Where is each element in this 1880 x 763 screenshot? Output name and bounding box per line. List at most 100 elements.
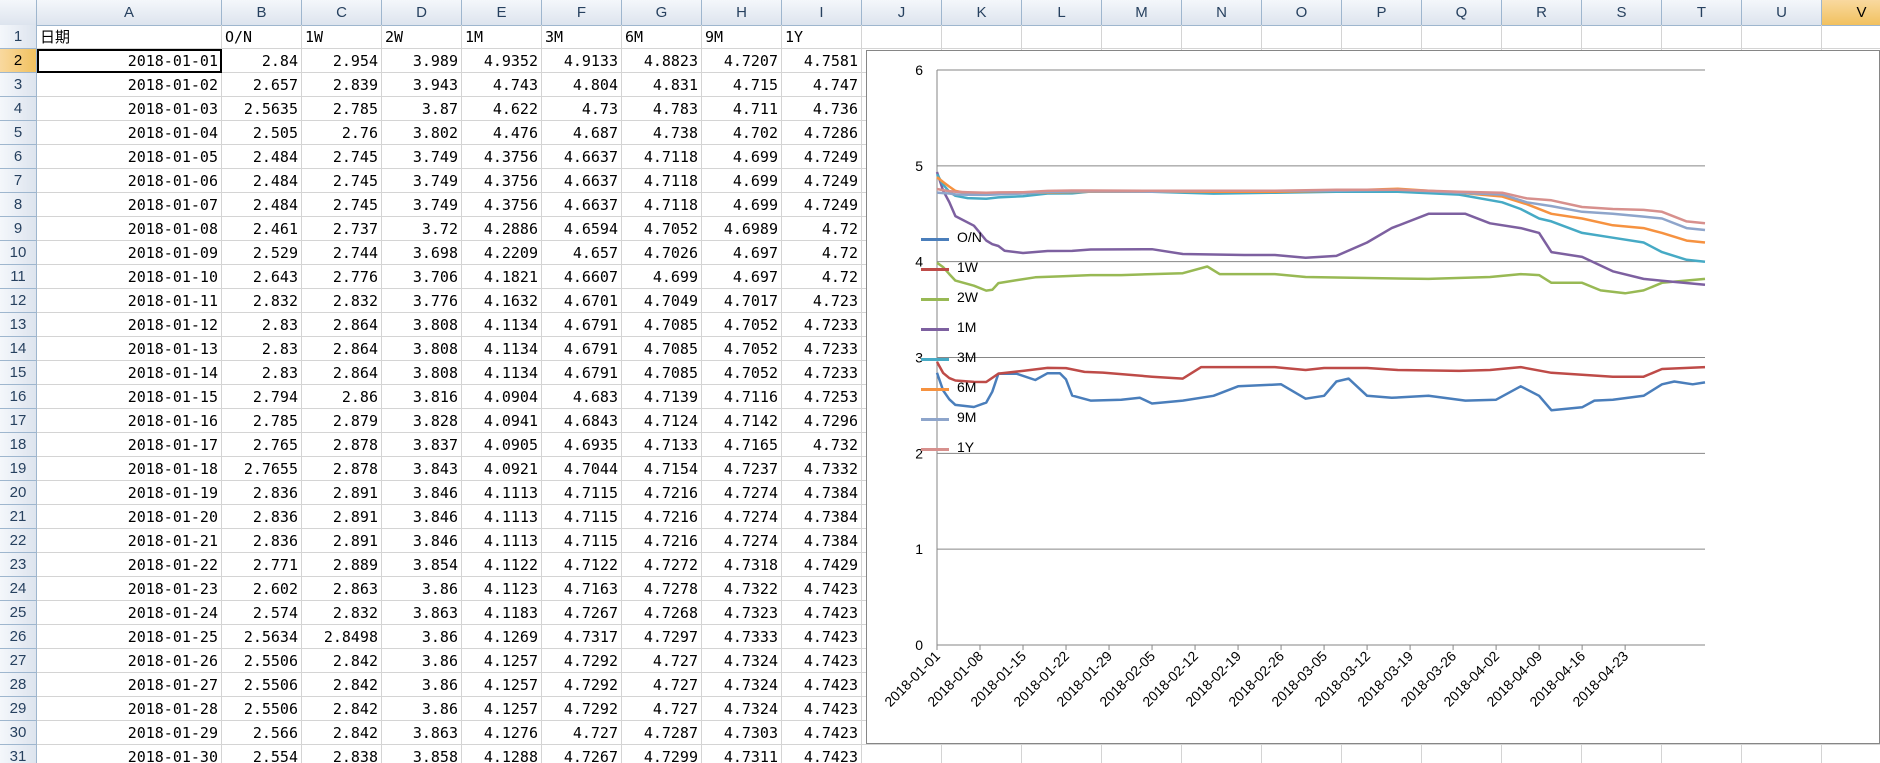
column-header-o[interactable]: O — [1262, 0, 1342, 25]
table-cell[interactable]: 2.839 — [302, 73, 382, 97]
header-cell[interactable]: O/N — [222, 25, 302, 49]
table-cell[interactable]: 3.698 — [382, 241, 462, 265]
row-header-11[interactable]: 11 — [0, 265, 37, 289]
table-cell[interactable] — [1022, 745, 1102, 763]
table-cell[interactable]: 4.7323 — [702, 601, 782, 625]
table-cell[interactable]: 4.6989 — [702, 217, 782, 241]
table-cell[interactable]: 2018-01-01 — [37, 49, 222, 73]
table-cell[interactable]: 4.7233 — [782, 313, 862, 337]
table-cell[interactable]: 4.697 — [702, 265, 782, 289]
header-cell[interactable]: 3M — [542, 25, 622, 49]
table-cell[interactable]: 4.1632 — [462, 289, 542, 313]
row-header-28[interactable]: 28 — [0, 673, 37, 697]
table-cell[interactable]: 4.7292 — [542, 697, 622, 721]
table-cell[interactable]: 4.7118 — [622, 145, 702, 169]
table-cell[interactable]: 2.84 — [222, 49, 302, 73]
header-cell[interactable]: 日期 — [37, 25, 222, 49]
table-cell[interactable]: 4.7384 — [782, 505, 862, 529]
table-cell[interactable]: 2018-01-17 — [37, 433, 222, 457]
table-cell[interactable]: 4.6791 — [542, 361, 622, 385]
table-cell[interactable]: 2.657 — [222, 73, 302, 97]
table-cell[interactable]: 4.7026 — [622, 241, 702, 265]
table-cell[interactable]: 4.6637 — [542, 193, 622, 217]
table-cell[interactable]: 4.1123 — [462, 577, 542, 601]
table-cell[interactable] — [942, 745, 1022, 763]
table-cell[interactable]: 2.891 — [302, 481, 382, 505]
table-cell[interactable]: 2.878 — [302, 433, 382, 457]
table-cell[interactable]: 2.842 — [302, 649, 382, 673]
header-cell[interactable]: 1Y — [782, 25, 862, 49]
table-cell[interactable]: 4.7233 — [782, 337, 862, 361]
table-cell[interactable]: 4.7052 — [702, 337, 782, 361]
table-cell[interactable]: 4.7287 — [622, 721, 702, 745]
table-cell[interactable]: 4.0941 — [462, 409, 542, 433]
table-cell[interactable]: 2.744 — [302, 241, 382, 265]
table-cell[interactable]: 4.6637 — [542, 145, 622, 169]
table-cell[interactable]: 4.6791 — [542, 313, 622, 337]
table-cell[interactable]: 4.7253 — [782, 385, 862, 409]
column-header-a[interactable]: A — [37, 0, 222, 25]
table-cell[interactable]: 4.727 — [622, 697, 702, 721]
table-cell[interactable]: 3.854 — [382, 553, 462, 577]
table-cell[interactable]: 4.7318 — [702, 553, 782, 577]
table-cell[interactable]: 2.484 — [222, 169, 302, 193]
table-cell[interactable]: 4.7333 — [702, 625, 782, 649]
row-header-30[interactable]: 30 — [0, 721, 37, 745]
table-cell[interactable]: 4.7052 — [622, 217, 702, 241]
table-cell[interactable]: 2018-01-16 — [37, 409, 222, 433]
table-cell[interactable]: 4.7207 — [702, 49, 782, 73]
table-cell[interactable]: 4.1257 — [462, 697, 542, 721]
table-cell[interactable]: 2.529 — [222, 241, 302, 265]
table-cell[interactable]: 4.3756 — [462, 193, 542, 217]
table-cell[interactable]: 4.7267 — [542, 601, 622, 625]
table-cell[interactable]: 2.5635 — [222, 97, 302, 121]
table-cell[interactable]: 4.727 — [622, 673, 702, 697]
table-cell[interactable]: 2.891 — [302, 505, 382, 529]
table-cell[interactable]: 2.505 — [222, 121, 302, 145]
table-cell[interactable]: 4.727 — [622, 649, 702, 673]
column-header-b[interactable]: B — [222, 0, 302, 25]
table-cell[interactable]: 4.7163 — [542, 577, 622, 601]
row-header-3[interactable]: 3 — [0, 73, 37, 97]
table-cell[interactable]: 4.1257 — [462, 673, 542, 697]
column-header-i[interactable]: I — [782, 0, 862, 25]
table-cell[interactable] — [1742, 745, 1822, 763]
row-header-22[interactable]: 22 — [0, 529, 37, 553]
table-cell[interactable]: 2.8498 — [302, 625, 382, 649]
table-cell[interactable]: 3.86 — [382, 577, 462, 601]
column-header-q[interactable]: Q — [1422, 0, 1502, 25]
table-cell[interactable]: 2.602 — [222, 577, 302, 601]
table-cell[interactable]: 4.7085 — [622, 361, 702, 385]
table-cell[interactable]: 4.7216 — [622, 505, 702, 529]
column-header-p[interactable]: P — [1342, 0, 1422, 25]
table-cell[interactable] — [1582, 745, 1662, 763]
table-cell[interactable]: 2.765 — [222, 433, 302, 457]
table-cell[interactable]: 4.747 — [782, 73, 862, 97]
table-cell[interactable]: 4.1122 — [462, 553, 542, 577]
table-cell[interactable]: 4.7216 — [622, 481, 702, 505]
table-cell[interactable]: 2.5506 — [222, 649, 302, 673]
table-cell[interactable]: 4.1134 — [462, 313, 542, 337]
table-cell[interactable]: 2.838 — [302, 745, 382, 763]
table-cell[interactable]: 4.6594 — [542, 217, 622, 241]
column-header-e[interactable]: E — [462, 0, 542, 25]
table-cell[interactable]: 3.87 — [382, 97, 462, 121]
row-header-10[interactable]: 10 — [0, 241, 37, 265]
table-cell[interactable]: 2.484 — [222, 145, 302, 169]
header-cell[interactable] — [1502, 25, 1582, 49]
table-cell[interactable]: 2018-01-08 — [37, 217, 222, 241]
table-cell[interactable]: 3.846 — [382, 505, 462, 529]
column-header-r[interactable]: R — [1502, 0, 1582, 25]
table-cell[interactable]: 3.816 — [382, 385, 462, 409]
column-header-v[interactable]: V — [1822, 0, 1880, 25]
table-cell[interactable]: 4.7324 — [702, 649, 782, 673]
table-cell[interactable]: 3.843 — [382, 457, 462, 481]
table-cell[interactable]: 4.7317 — [542, 625, 622, 649]
table-cell[interactable]: 4.7423 — [782, 601, 862, 625]
table-cell[interactable]: 4.727 — [542, 721, 622, 745]
table-cell[interactable] — [862, 745, 942, 763]
table-cell[interactable]: 2.484 — [222, 193, 302, 217]
table-cell[interactable]: 3.86 — [382, 697, 462, 721]
table-cell[interactable]: 4.7268 — [622, 601, 702, 625]
table-cell[interactable]: 4.7423 — [782, 697, 862, 721]
